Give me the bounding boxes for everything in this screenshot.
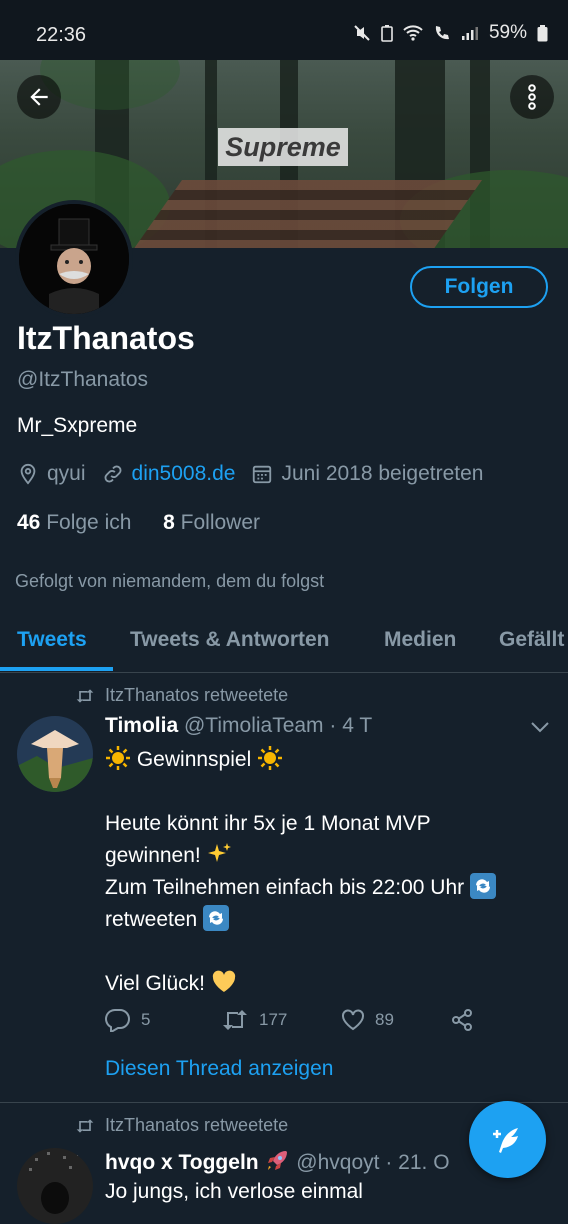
profile-tabs: Tweets Tweets & Antworten Medien Gefällt <box>0 616 568 673</box>
mute-icon <box>354 25 370 41</box>
repeat-emoji-icon <box>203 905 230 931</box>
tweet-author-avatar[interactable] <box>17 1148 93 1224</box>
profile-name: ItzThanatos <box>17 320 195 356</box>
tweet-line-text: Viel Glück! <box>105 972 205 995</box>
retweet-icon <box>76 688 94 703</box>
sparkles-emoji-icon <box>207 843 231 862</box>
following-label: Folge ich <box>46 511 132 534</box>
compose-feather-icon <box>492 1127 518 1153</box>
more-vertical-icon <box>528 84 536 110</box>
profile-avatar[interactable] <box>15 200 133 318</box>
profile-website-link[interactable]: din5008.de <box>132 462 236 486</box>
battery-saver-icon <box>381 25 393 42</box>
tweet-author-handle[interactable]: @TimoliaTeam <box>184 714 324 737</box>
tweet-line: Zum Teilnehmen einfach bis 22:00 Uhr <box>105 872 555 904</box>
retweet-action[interactable]: 177 <box>221 1009 341 1031</box>
retweet-label: ItzThanatos retweetete <box>105 1115 289 1135</box>
tweet-line: retweeten <box>105 904 555 936</box>
tweet-body: Jo jungs, ich verlose einmal <box>105 1176 363 1208</box>
like-count: 89 <box>375 1010 394 1029</box>
tweet-line-text: Zum Teilnehmen einfach bis 22:00 Uhr <box>105 876 465 899</box>
tweet-author-handle[interactable]: @hvqoyt <box>296 1151 379 1174</box>
tab-likes[interactable]: Gefällt <box>499 628 564 652</box>
retweet-label: ItzThanatos retweetete <box>105 685 289 705</box>
sun-emoji-icon <box>258 746 283 770</box>
more-options-button[interactable] <box>510 75 554 119</box>
tab-media[interactable]: Medien <box>384 628 456 652</box>
tweet-author-avatar[interactable] <box>17 716 93 792</box>
banner-logo-text: Supreme <box>218 128 348 166</box>
profile-counts: 46 Folge ich 8 Follower <box>17 511 260 535</box>
retweet-indicator: ItzThanatos retweetete <box>75 1115 288 1136</box>
location-icon <box>20 463 36 485</box>
tweet-line-text: retweeten <box>105 908 198 931</box>
tweet-line: Viel Glück! <box>105 968 555 1000</box>
link-icon <box>104 465 121 483</box>
profile-bio: Mr_Sxpreme <box>17 414 138 437</box>
followers-label: Follower <box>180 511 260 534</box>
active-tab-indicator <box>0 667 113 671</box>
profile-handle: @ItzThanatos <box>17 368 149 391</box>
follow-button[interactable]: Folgen <box>410 266 548 308</box>
tweet-title: Gewinnspiel <box>136 748 252 771</box>
following-count: 46 <box>17 511 41 534</box>
sun-emoji-icon <box>106 746 130 770</box>
tweet-divider <box>0 1102 568 1103</box>
wifi-icon <box>403 25 423 41</box>
tweet-line: gewinnen! <box>105 840 555 872</box>
retweet-icon <box>76 1118 94 1133</box>
avatar-image <box>19 204 129 314</box>
retweet-icon <box>223 1010 247 1030</box>
tweet-time: · 4 T <box>329 714 373 737</box>
tweet-body: Gewinnspiel Heute könnt ihr 5x je 1 Mona… <box>105 744 555 1000</box>
profile-joined: Juni 2018 beigetreten <box>281 462 484 485</box>
following-stat[interactable]: 46 Folge ich <box>17 511 131 534</box>
reply-icon <box>105 1008 130 1032</box>
compose-tweet-button[interactable] <box>469 1101 546 1178</box>
call-icon <box>435 26 449 40</box>
rocket-emoji-icon <box>268 1151 288 1170</box>
chevron-down-icon[interactable] <box>530 720 550 734</box>
tab-tweets-replies[interactable]: Tweets & Antworten <box>130 628 330 652</box>
battery-percent: 59% <box>488 22 527 43</box>
tweet-line: Jo jungs, ich verlose einmal <box>105 1180 363 1203</box>
tweet-line-text: gewinnen! <box>105 844 201 867</box>
tweet-header: Timolia @TimoliaTeam · 4 T <box>105 714 372 738</box>
profile-location: qyui <box>47 462 86 485</box>
repeat-emoji-icon <box>470 873 496 899</box>
tweet-line: Gewinnspiel <box>105 744 555 776</box>
reply-action[interactable]: 5 <box>105 1008 221 1032</box>
reply-count: 5 <box>141 1010 151 1029</box>
retweet-indicator: ItzThanatos retweetete <box>75 685 288 706</box>
tweet-author-name[interactable]: Timolia <box>105 714 178 737</box>
calendar-icon <box>253 465 272 484</box>
retweet-count: 177 <box>259 1010 288 1029</box>
profile-meta: qyui din5008.de Juni 2018 beigetreten <box>17 462 483 486</box>
arrow-left-icon <box>30 88 48 106</box>
tweet-author-name[interactable]: hvqo x Toggeln <box>105 1151 259 1174</box>
share-action[interactable] <box>451 1009 473 1031</box>
status-time: 22:36 <box>36 24 87 46</box>
back-button[interactable] <box>17 75 61 119</box>
tweet-time: · 21. O <box>385 1151 450 1174</box>
like-action[interactable]: 89 <box>341 1009 451 1031</box>
battery-icon <box>537 25 548 42</box>
signal-icon <box>461 27 478 40</box>
followers-stat[interactable]: 8 Follower <box>163 511 260 534</box>
tweet-line: Heute könnt ihr 5x je 1 Monat MVP <box>105 812 431 835</box>
show-thread-link[interactable]: Diesen Thread anzeigen <box>105 1057 333 1081</box>
followers-count: 8 <box>163 511 175 534</box>
tweet-header: hvqo x Toggeln @hvqoyt · 21. O <box>105 1148 450 1175</box>
tweet-actions: 5 177 89 <box>105 1008 545 1032</box>
status-icons: 59% <box>353 22 548 44</box>
heart-icon <box>342 1009 364 1031</box>
tab-tweets[interactable]: Tweets <box>17 628 87 652</box>
share-icon <box>452 1009 472 1031</box>
followed-by-text: Gefolgt von niemandem, dem du folgst <box>15 571 325 591</box>
yellow-heart-emoji-icon <box>212 970 235 992</box>
